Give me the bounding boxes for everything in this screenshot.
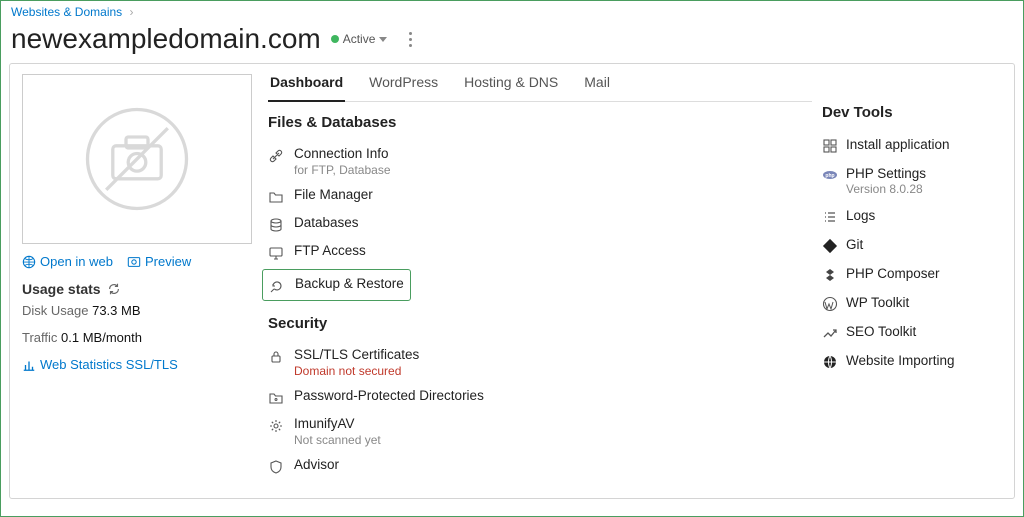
disk-usage-stat: Disk Usage 73.3 MB xyxy=(22,303,268,318)
list-icon xyxy=(822,209,838,225)
composer-icon xyxy=(822,267,838,283)
file-manager-item[interactable]: File Manager xyxy=(268,182,812,210)
status-dropdown[interactable]: Active xyxy=(331,32,388,46)
dev-tools-heading: Dev Tools xyxy=(822,104,1002,121)
svg-text:php: php xyxy=(825,173,834,179)
globe-icon xyxy=(822,354,838,370)
tab-dashboard[interactable]: Dashboard xyxy=(268,74,345,102)
tab-mail[interactable]: Mail xyxy=(582,74,612,101)
website-importing-item[interactable]: Website Importing xyxy=(822,347,1002,376)
left-column: Open in web Preview Usage stats Disk Usa… xyxy=(22,74,268,488)
seo-toolkit-item[interactable]: SEO Toolkit xyxy=(822,318,1002,347)
wp-toolkit-item[interactable]: WP Toolkit xyxy=(822,289,1002,318)
logs-item[interactable]: Logs xyxy=(822,202,1002,231)
traffic-stat: Traffic 0.1 MB/month xyxy=(22,330,268,345)
monitor-icon xyxy=(268,245,284,261)
install-application-item[interactable]: Install application xyxy=(822,131,1002,160)
advisor-item[interactable]: Advisor xyxy=(268,452,812,480)
chevron-down-icon xyxy=(379,37,387,42)
shield-icon xyxy=(268,459,284,475)
php-settings-item[interactable]: php PHP Settings Version 8.0.28 xyxy=(822,160,1002,202)
dashboard-card: Open in web Preview Usage stats Disk Usa… xyxy=(9,63,1015,499)
ftp-access-item[interactable]: FTP Access xyxy=(268,238,812,266)
breadcrumb-root-link[interactable]: Websites & Domains xyxy=(11,5,122,19)
no-screenshot-icon xyxy=(82,104,192,214)
git-item[interactable]: Git xyxy=(822,231,1002,260)
page-title: newexampledomain.com xyxy=(11,23,321,55)
imunifyav-item[interactable]: ImunifyAV Not scanned yet xyxy=(268,411,812,452)
refresh-icon[interactable] xyxy=(107,282,121,296)
breadcrumb: Websites & Domains › xyxy=(1,1,1023,21)
connection-info-item[interactable]: Connection Info for FTP, Database xyxy=(268,141,812,182)
open-in-web-link[interactable]: Open in web xyxy=(22,254,113,269)
usage-stats-heading: Usage stats xyxy=(22,281,268,297)
git-icon xyxy=(822,238,838,254)
restore-icon xyxy=(269,278,285,294)
site-preview-thumbnail[interactable] xyxy=(22,74,252,244)
tab-hosting-dns[interactable]: Hosting & DNS xyxy=(462,74,560,101)
chevron-right-icon: › xyxy=(126,5,134,19)
php-icon: php xyxy=(822,167,838,183)
tab-bar: Dashboard WordPress Hosting & DNS Mail xyxy=(268,74,812,102)
ssl-certificates-item[interactable]: SSL/TLS Certificates Domain not secured xyxy=(268,342,812,383)
files-databases-heading: Files & Databases xyxy=(268,114,812,131)
lock-icon xyxy=(268,349,284,365)
grid-icon xyxy=(822,138,838,154)
security-heading: Security xyxy=(268,315,812,332)
status-label: Active xyxy=(343,32,376,46)
dev-tools-column: Dev Tools Install application php PHP Se… xyxy=(822,74,1002,488)
external-link-icon xyxy=(22,255,36,269)
bar-chart-icon xyxy=(22,358,36,372)
title-bar: newexampledomain.com Active xyxy=(1,21,1023,63)
php-composer-item[interactable]: PHP Composer xyxy=(822,260,1002,289)
gear-icon xyxy=(268,418,284,434)
protected-folder-icon xyxy=(268,390,284,406)
connection-icon xyxy=(268,148,284,164)
password-protected-dirs-item[interactable]: Password-Protected Directories xyxy=(268,383,812,411)
trend-icon xyxy=(822,325,838,341)
backup-restore-item[interactable]: Backup & Restore xyxy=(262,269,411,301)
status-dot-icon xyxy=(331,35,339,43)
eye-icon xyxy=(127,255,141,269)
more-menu-button[interactable] xyxy=(403,28,418,51)
web-statistics-link[interactable]: Web Statistics SSL/TLS xyxy=(22,357,178,372)
folder-icon xyxy=(268,189,284,205)
database-icon xyxy=(268,217,284,233)
databases-item[interactable]: Databases xyxy=(268,210,812,238)
main-column: Dashboard WordPress Hosting & DNS Mail F… xyxy=(268,74,822,488)
wordpress-icon xyxy=(822,296,838,312)
tab-wordpress[interactable]: WordPress xyxy=(367,74,440,101)
preview-link[interactable]: Preview xyxy=(127,254,191,269)
